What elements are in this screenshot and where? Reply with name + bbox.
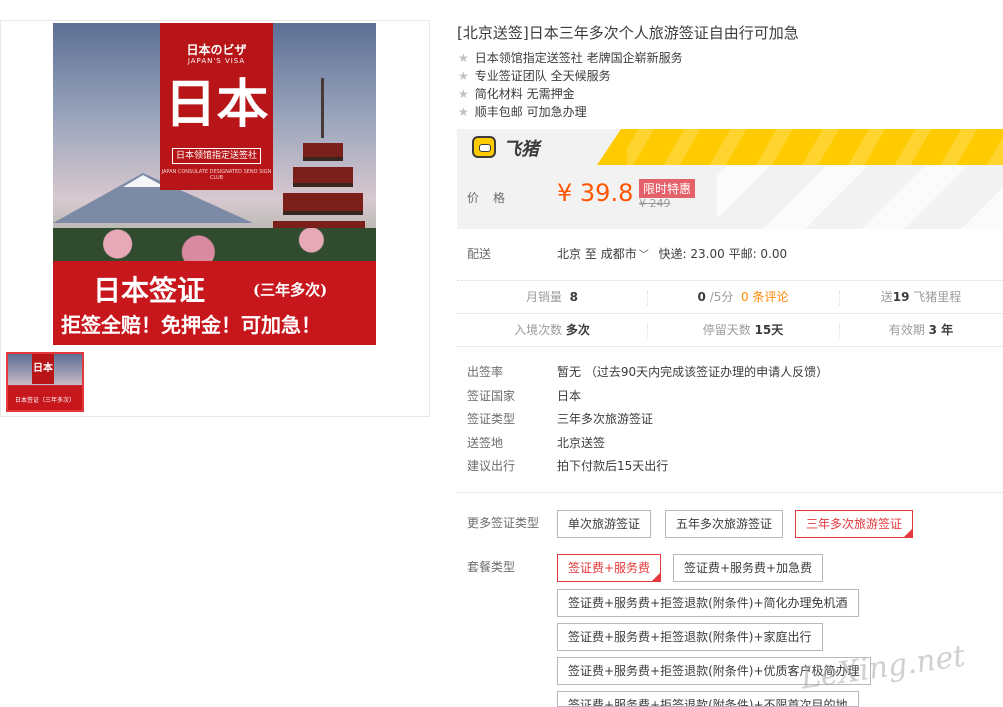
poster-slogan: 拒签全赔！免押金！可加急！ bbox=[61, 313, 321, 337]
promo-badge: 限时特惠 bbox=[639, 179, 696, 198]
package-option[interactable]: 签证费+服务费+拒签退款(附条件)+简化办理免机酒 bbox=[557, 589, 859, 617]
delivery-values: 北京 至 成都市 ﹀ 快递: 23.00 平邮: 0.00 bbox=[557, 245, 787, 262]
site-watermark: LeXing.net bbox=[798, 638, 968, 697]
main-product-image[interactable]: 日本のビザ JAPAN'S VISA 日本 日本领馆指定送签社 JAPAN CO… bbox=[53, 23, 376, 345]
validity: 有效期 3 年 bbox=[888, 323, 954, 337]
monthly-sales: 月销量 8 bbox=[525, 290, 578, 304]
visa-attributes: 出签率 暂无 （过去90天内完成该签证办理的申请人反馈） 签证国家 日本 签证类型三… bbox=[467, 362, 997, 480]
star-icon: ★ bbox=[458, 105, 469, 119]
star-icon: ★ bbox=[458, 69, 469, 83]
price-label: 价格 bbox=[467, 191, 520, 205]
stats-row: 月销量 8 0 /5分 0 条评论 送19 飞猪里程 bbox=[457, 281, 1003, 314]
entries: 入境次数 多次 bbox=[514, 323, 590, 337]
stats-table: 月销量 8 0 /5分 0 条评论 送19 飞猪里程 入境次数 多次 停留天数 … bbox=[457, 280, 1003, 347]
brand-name: 飞猪 bbox=[503, 139, 539, 160]
express-fee: 快递: 23.00 bbox=[658, 247, 725, 261]
package-type-label: 套餐类型 bbox=[467, 560, 516, 574]
current-price: ¥ 39.8 bbox=[557, 179, 634, 207]
chevron-down-icon: ﹀ bbox=[638, 250, 649, 261]
attribute-row: 签证国家 日本 bbox=[467, 388, 582, 403]
poster-top-text: 日本のビザ bbox=[186, 43, 247, 57]
highlight-item: ★ 日本领馆指定送签社 老牌国企崭新服务 bbox=[458, 51, 683, 65]
attribute-row: 建议出行 拍下付款后15天出行 bbox=[467, 459, 669, 473]
delivery-label: 配送 bbox=[467, 247, 492, 261]
delivery-to-word: 至 bbox=[584, 247, 597, 261]
reviews-link[interactable]: 0 条评论 bbox=[741, 290, 788, 304]
highlight-item: ★ 顺丰包邮 可加急办理 bbox=[458, 105, 587, 119]
mail-fee: 平邮: 0.00 bbox=[728, 247, 788, 261]
attribute-row: 出签率 暂无 （过去90天内完成该签证办理的申请人反馈） bbox=[467, 365, 829, 379]
thumbnail-caption: 日本签证（三年多次） bbox=[14, 397, 75, 404]
star-icon: ★ bbox=[458, 87, 469, 101]
poster-big-text: 日本 bbox=[164, 74, 269, 135]
package-option[interactable]: 签证费+服务费+加急费 bbox=[673, 554, 824, 582]
city-selector[interactable]: 成都市 ﹀ bbox=[601, 247, 655, 261]
poster-tiny-text: JAPAN CONSULATE DESIGNATED SEND SIGN CLU… bbox=[161, 169, 272, 181]
delivery-from: 北京 bbox=[557, 247, 582, 261]
price-box: 价格 ¥ 39.8 限时特惠 ¥ 249 bbox=[457, 165, 1003, 229]
visa-type-option[interactable]: 五年多次旅游签证 bbox=[665, 510, 784, 538]
mountain-snowcap bbox=[123, 175, 165, 187]
poster-stamp: 日本领馆指定送签社 bbox=[172, 148, 261, 164]
stay-days: 停留天数 15天 bbox=[702, 323, 784, 337]
brand-bar: 飞猪 bbox=[457, 129, 1003, 165]
original-price: ¥ 249 bbox=[639, 197, 671, 210]
highlight-item: ★ 专业签证团队 全天候服务 bbox=[458, 69, 611, 83]
section-divider bbox=[457, 492, 1003, 493]
poster-title-block: 日本のビザ JAPAN'S VISA 日本 日本领馆指定送签社 JAPAN CO… bbox=[160, 23, 273, 190]
visa-type-option[interactable]: 单次旅游签证 bbox=[557, 510, 652, 538]
poster-bottom-main: 日本签证 bbox=[93, 274, 206, 307]
product-gallery: 日本のビザ JAPAN'S VISA 日本 日本领馆指定送签社 JAPAN CO… bbox=[0, 20, 430, 417]
fliggy-logo-icon bbox=[472, 136, 496, 158]
mileage-points: 送19 飞猪里程 bbox=[880, 290, 962, 304]
stats-row: 入境次数 多次 停留天数 15天 有效期 3 年 bbox=[457, 314, 1003, 347]
product-title: [北京送签]日本三年多次个人旅游签证自由行可加急 bbox=[457, 24, 799, 42]
package-option-selected[interactable]: 签证费+服务费 bbox=[557, 554, 662, 582]
attribute-row: 送签地 北京送签 bbox=[467, 435, 606, 450]
rating-reviews[interactable]: 0 /5分 0 条评论 bbox=[647, 281, 839, 314]
poster-top-sub: JAPAN'S VISA bbox=[187, 57, 246, 65]
delivery-row: 配送 北京 至 成都市 ﹀ 快递: 23.00 平邮: 0.00 bbox=[467, 245, 787, 262]
highlight-item: ★ 简化材料 无需押金 bbox=[458, 87, 575, 101]
thumbnail-image[interactable]: 日本 日本签证（三年多次） bbox=[6, 352, 84, 412]
product-highlights: ★ 日本领馆指定送签社 老牌国企崭新服务 ★ 专业签证团队 全天候服务 ★ 简化材料 … bbox=[458, 49, 683, 121]
star-icon: ★ bbox=[458, 51, 469, 65]
poster-bottom-sub: (三年多次) bbox=[253, 281, 328, 299]
attribute-row: 签证类型 三年多次旅游签证 bbox=[467, 412, 654, 426]
package-option[interactable]: 签证费+服务费+拒签退款(附条件)+家庭出行 bbox=[557, 623, 823, 651]
visa-type-label: 更多签证类型 bbox=[467, 516, 540, 530]
poster-bottom-banner: 日本签证 (三年多次) 拒签全赔！免押金！可加急！ bbox=[53, 261, 376, 345]
visa-type-option-selected[interactable]: 三年多次旅游签证 bbox=[795, 510, 914, 538]
thumbnail-title: 日本 bbox=[32, 354, 54, 384]
